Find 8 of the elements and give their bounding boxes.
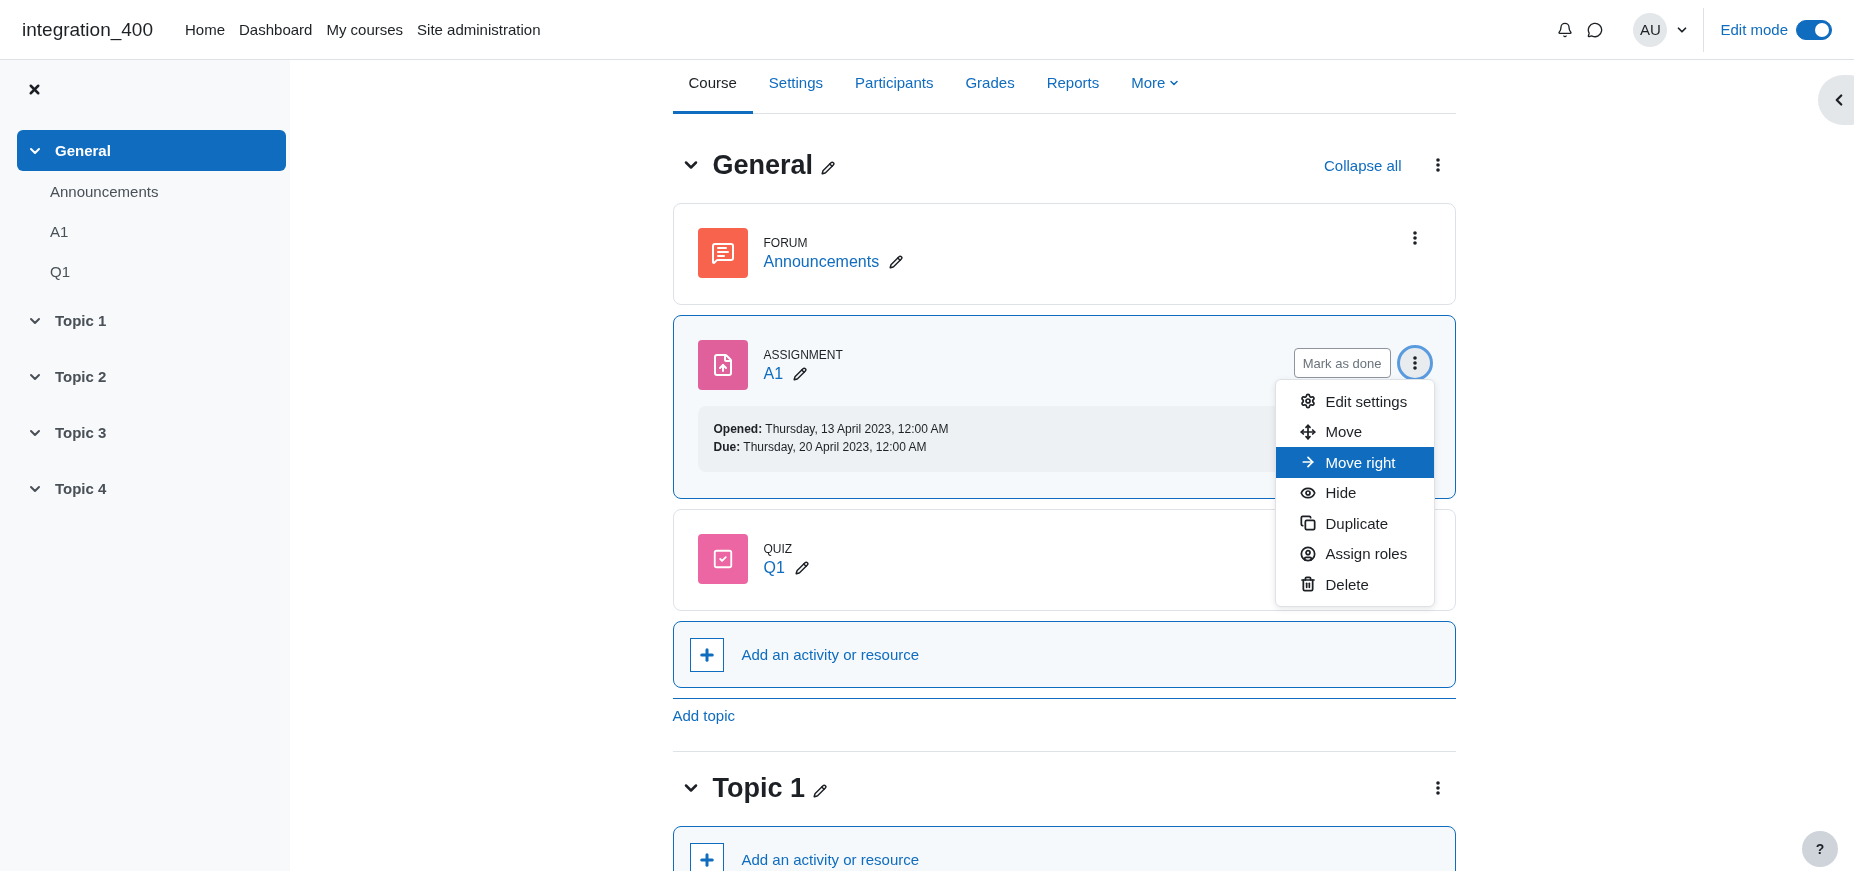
date-line: Opened: Thursday, 13 April 2023, 12:00 AM xyxy=(713,422,949,436)
activity-type: ASSIGNMENT xyxy=(763,347,843,362)
edit-mode-label: Edit mode xyxy=(1720,21,1788,38)
activity-type: QUIZ xyxy=(763,541,794,556)
section-title: General xyxy=(712,149,814,181)
activity-type: FORUM xyxy=(763,235,809,250)
section-title: Topic 1 xyxy=(712,772,805,804)
date-line: Due: Thursday, 20 April 2023, 12:00 AM xyxy=(713,440,927,454)
